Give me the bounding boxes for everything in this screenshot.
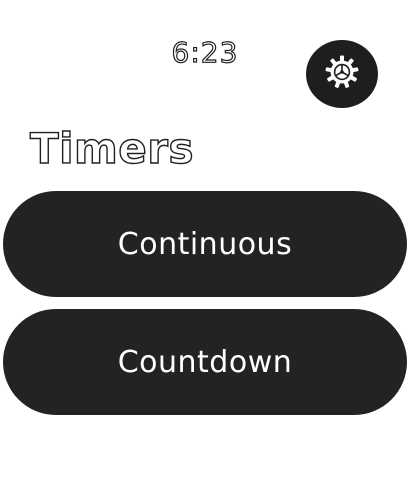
countdown-button-label: Countdown [117,344,293,380]
gear-icon [322,52,362,96]
continuous-button-label: Continuous [117,226,293,262]
page-title: Timers [29,123,195,173]
continuous-button[interactable]: Continuous [3,191,407,297]
countdown-button[interactable]: Countdown [3,309,407,415]
settings-button[interactable] [306,40,378,108]
